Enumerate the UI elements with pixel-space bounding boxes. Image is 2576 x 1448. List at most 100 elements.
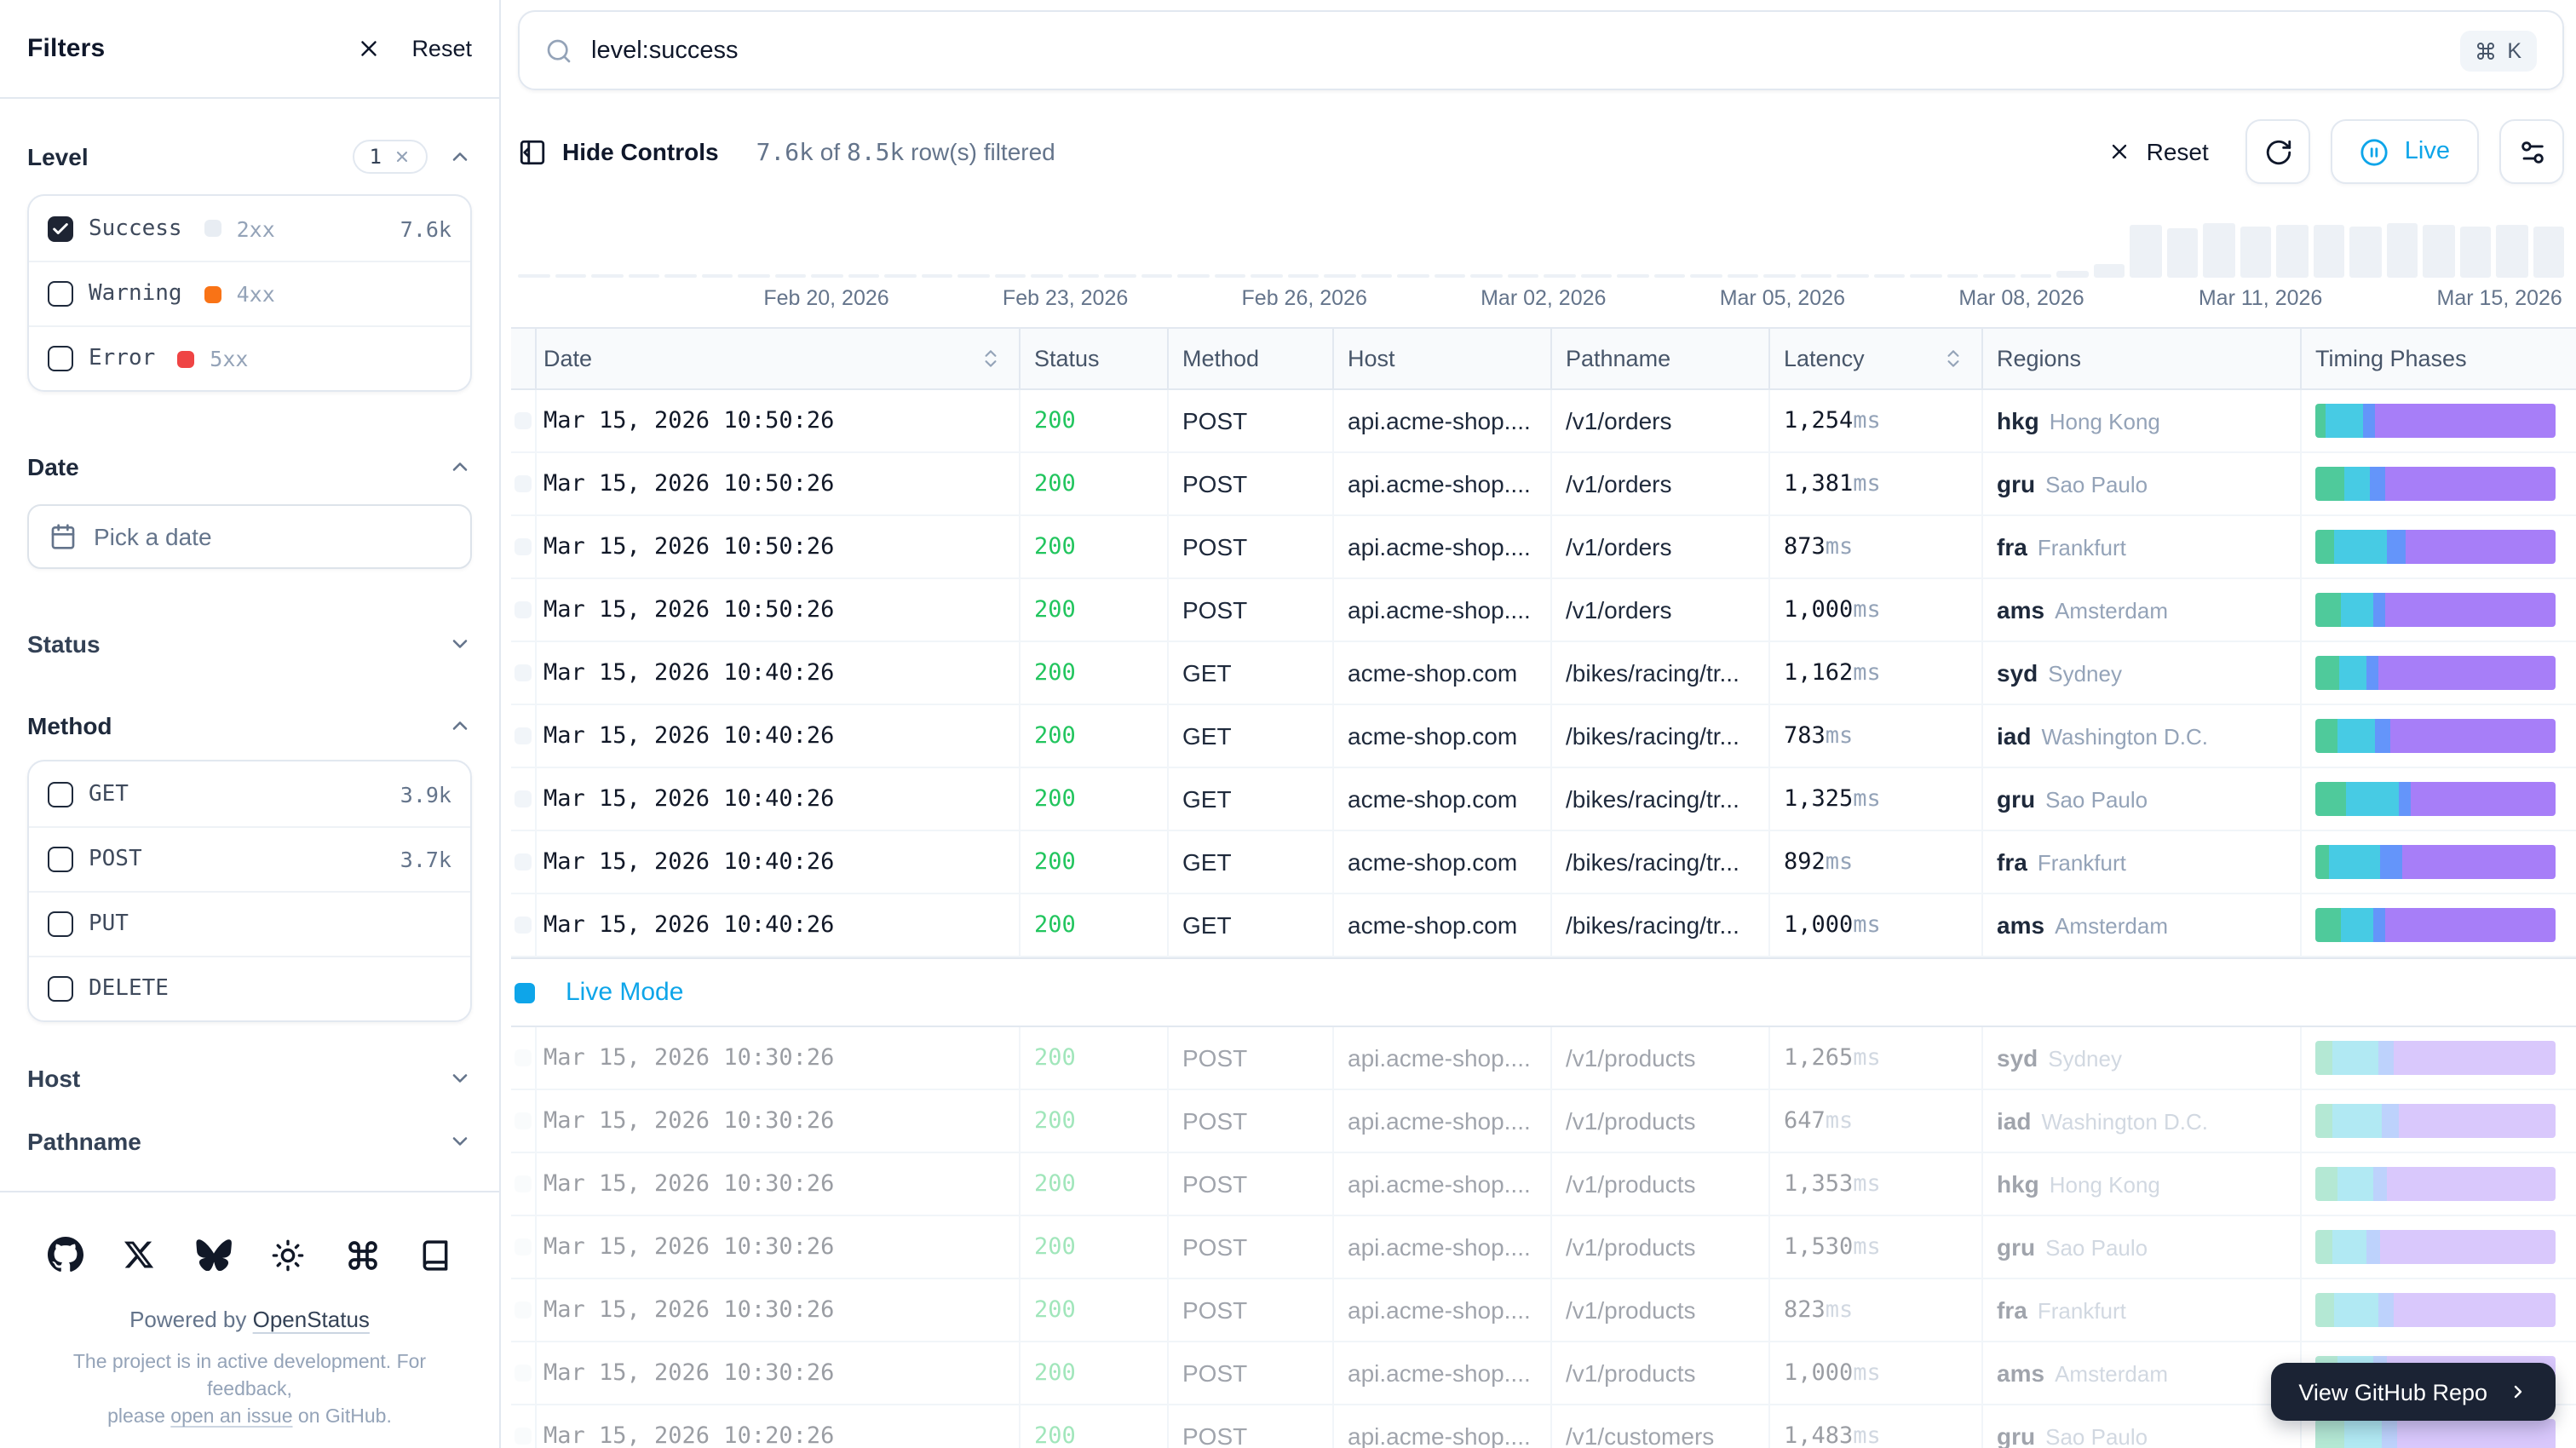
histogram-bar[interactable] (2386, 223, 2418, 278)
level-filter-item[interactable]: Warning4xx (29, 261, 470, 325)
cell-select[interactable] (511, 1342, 535, 1404)
histogram-bar[interactable] (1946, 274, 1978, 278)
histogram-bar[interactable] (1580, 274, 1612, 278)
checkbox[interactable] (48, 346, 73, 371)
sort-icon[interactable] (1942, 348, 1964, 370)
github-icon[interactable] (48, 1237, 83, 1273)
row-select-box[interactable] (515, 1175, 532, 1192)
cell-select[interactable] (511, 1279, 535, 1341)
table-row[interactable]: Mar 15, 2026 10:40:26200GETacme-shop.com… (511, 894, 2576, 957)
table-row[interactable]: Mar 15, 2026 10:50:26200POSTapi.acme-sho… (511, 453, 2576, 516)
histogram-bar[interactable] (1507, 274, 1538, 278)
histogram-bar[interactable] (1214, 274, 1245, 278)
histogram-bar[interactable] (2276, 225, 2308, 278)
method-filter-item[interactable]: POST3.7k (29, 826, 470, 891)
close-filters-icon[interactable] (355, 36, 381, 61)
live-toggle-button[interactable]: Live (2332, 119, 2479, 184)
histogram-bar[interactable] (2533, 227, 2564, 278)
histogram-bar[interactable] (1690, 274, 1722, 278)
histogram-bar[interactable] (738, 274, 769, 278)
cell-select[interactable] (511, 1405, 535, 1448)
section-header-level[interactable]: Level 1 (27, 140, 472, 174)
method-filter-item[interactable]: PUT (29, 891, 470, 956)
row-select-box[interactable] (515, 1238, 532, 1256)
row-select-box[interactable] (515, 664, 532, 681)
histogram-bar[interactable] (1873, 274, 1905, 278)
row-select-box[interactable] (515, 412, 532, 429)
section-header-date[interactable]: Date (27, 453, 472, 480)
checkbox[interactable] (48, 847, 73, 872)
table-row[interactable]: Mar 15, 2026 10:30:26200POSTapi.acme-sho… (511, 1090, 2576, 1153)
x-logo-icon[interactable] (124, 1238, 156, 1271)
section-header-pathname[interactable]: Pathname (27, 1109, 472, 1172)
cell-select[interactable] (511, 894, 535, 956)
method-filter-item[interactable]: DELETE (29, 956, 470, 1020)
section-header-host[interactable]: Host (27, 1046, 472, 1109)
histogram-bar[interactable] (555, 274, 586, 278)
table-row[interactable]: Mar 15, 2026 10:30:26200POSTapi.acme-sho… (511, 1216, 2576, 1279)
table-row[interactable]: Mar 15, 2026 10:50:26200POSTapi.acme-sho… (511, 390, 2576, 453)
cell-select[interactable] (511, 705, 535, 767)
open-issue-link[interactable]: open an issue (170, 1407, 292, 1428)
histogram-bar[interactable] (1287, 274, 1319, 278)
cell-select[interactable] (511, 1027, 535, 1089)
cell-select[interactable] (511, 579, 535, 641)
histogram-bar[interactable] (774, 274, 806, 278)
histogram-bar[interactable] (1910, 274, 1941, 278)
cell-select[interactable] (511, 1153, 535, 1215)
histogram-bar[interactable] (1470, 274, 1502, 278)
checkbox[interactable] (48, 281, 73, 307)
histogram-bar[interactable] (1324, 274, 1355, 278)
row-select-box[interactable] (515, 1049, 532, 1066)
level-filter-badge[interactable]: 1 (353, 140, 428, 174)
checkbox[interactable] (48, 215, 73, 241)
histogram-bar[interactable] (2240, 227, 2271, 278)
histogram-bar[interactable] (1067, 274, 1099, 278)
checkbox[interactable] (48, 781, 73, 807)
cell-select[interactable] (511, 453, 535, 514)
table-row[interactable]: Mar 15, 2026 10:30:26200POSTapi.acme-sho… (511, 1342, 2576, 1405)
row-select-box[interactable] (515, 916, 532, 934)
sun-icon[interactable] (271, 1238, 305, 1272)
histogram-bar[interactable] (1617, 274, 1648, 278)
histogram-bar[interactable] (1434, 274, 1465, 278)
histogram-bar[interactable] (1800, 274, 1831, 278)
histogram-bar[interactable] (2313, 225, 2344, 278)
histogram-bar[interactable] (848, 274, 879, 278)
row-select-box[interactable] (515, 538, 532, 555)
histogram-bar[interactable] (2093, 264, 2125, 278)
histogram-bar[interactable] (1544, 274, 1575, 278)
histogram-bar[interactable] (1251, 274, 1282, 278)
cell-select[interactable] (511, 516, 535, 577)
histogram-bar[interactable] (1104, 274, 1136, 278)
histogram-bar[interactable] (994, 274, 1026, 278)
histogram-bar[interactable] (1177, 274, 1209, 278)
histogram-bar[interactable] (1727, 274, 1758, 278)
cell-select[interactable] (511, 1090, 535, 1152)
column-header-latency[interactable]: Latency (1768, 329, 1981, 388)
search-input[interactable] (591, 37, 2441, 64)
histogram-bar[interactable] (1983, 274, 2015, 278)
histogram-bar[interactable] (1653, 274, 1685, 278)
histogram-bar[interactable] (921, 274, 952, 278)
histogram-bar[interactable] (2459, 227, 2491, 278)
table-row[interactable]: Mar 15, 2026 10:50:26200POSTapi.acme-sho… (511, 516, 2576, 579)
histogram-bar[interactable] (2349, 227, 2381, 278)
view-settings-button[interactable] (2499, 119, 2564, 184)
table-row[interactable]: Mar 15, 2026 10:40:26200GETacme-shop.com… (511, 705, 2576, 768)
table-row[interactable]: Mar 15, 2026 10:50:26200POSTapi.acme-sho… (511, 579, 2576, 642)
section-header-method[interactable]: Method (27, 712, 472, 739)
checkbox[interactable] (48, 976, 73, 1002)
row-select-box[interactable] (515, 601, 532, 618)
histogram-bar[interactable] (1763, 274, 1795, 278)
histogram-bar[interactable] (1141, 274, 1172, 278)
refresh-button[interactable] (2246, 119, 2311, 184)
table-row[interactable]: Mar 15, 2026 10:40:26200GETacme-shop.com… (511, 831, 2576, 894)
histogram-bar[interactable] (2203, 223, 2234, 278)
histogram-bar[interactable] (2130, 225, 2161, 278)
table-row[interactable]: Mar 15, 2026 10:20:26200POSTapi.acme-sho… (511, 1405, 2576, 1448)
level-filter-item[interactable]: Error5xx (29, 325, 470, 390)
histogram-bar[interactable] (1360, 274, 1392, 278)
histogram-bar[interactable] (664, 274, 696, 278)
histogram-bar[interactable] (2166, 228, 2198, 278)
